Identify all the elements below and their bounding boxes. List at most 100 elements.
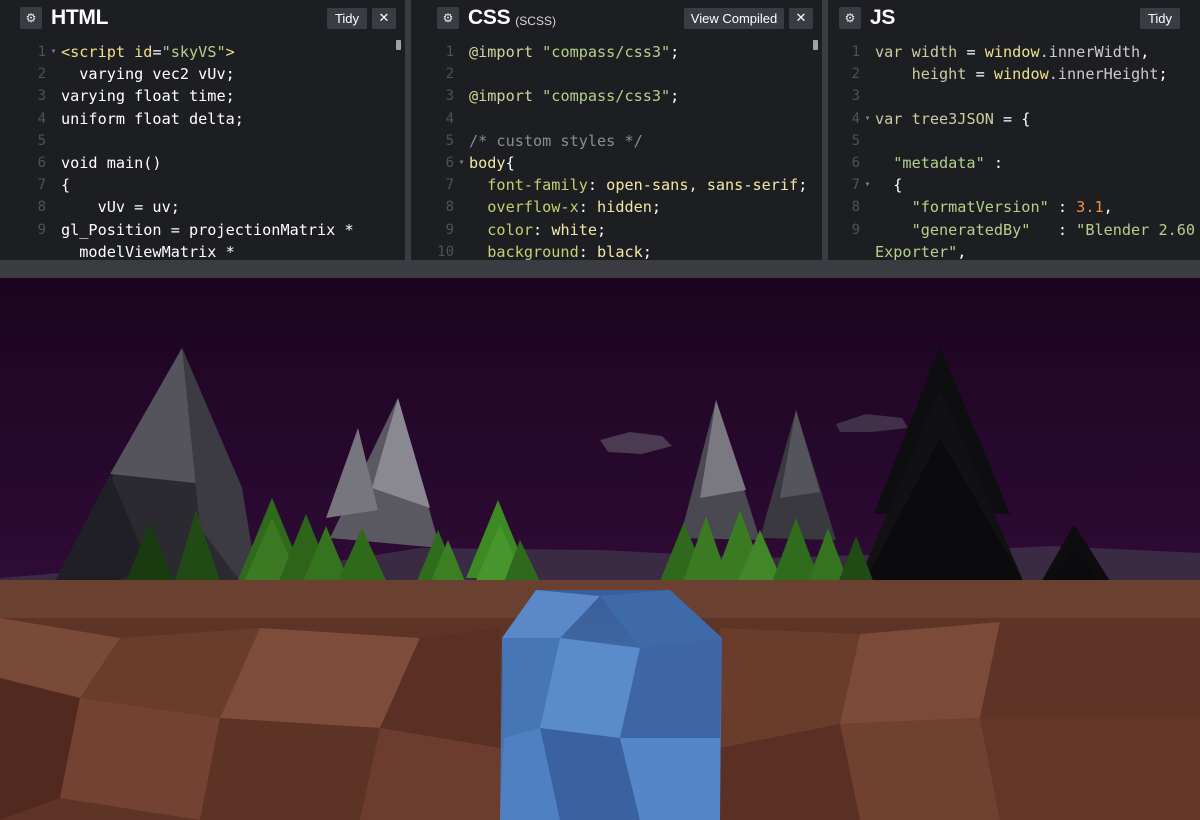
code-token: "generatedBy" (875, 220, 1031, 239)
code-token: /* custom styles */ (469, 131, 643, 150)
code-token: @import (469, 87, 543, 106)
code-token: window (984, 43, 1040, 61)
code-line[interactable]: 6 void main() (0, 152, 405, 174)
code-line[interactable]: 8 vUv = uv; (0, 196, 405, 218)
code-line[interactable]: 1 var width = window .innerWidth, (828, 41, 1200, 63)
html-editor-title: HTML (51, 6, 109, 29)
fold-gutter (46, 85, 61, 107)
line-number: 4 (37, 110, 46, 127)
waterfall (500, 590, 722, 820)
line-number: 5 (851, 132, 860, 149)
css-code[interactable]: 1 @import "compass/css3"; 2 3 @import "compa… (411, 41, 822, 260)
gear-icon[interactable]: ⚙ (437, 7, 459, 29)
code-line[interactable]: 7 ▾ { (828, 174, 1200, 196)
code-token: ; (670, 43, 680, 61)
code-line[interactable]: 3 @import "compass/css3"; (411, 85, 822, 107)
js-code[interactable]: 1 var width = window .innerWidth, 2 height … (828, 41, 1200, 260)
gear-icon[interactable]: ⚙ (20, 7, 42, 29)
html-editor[interactable]: ⚙ HTML Tidy ✕ 1 ▾ <script id = "skyVS" >2 var… (0, 0, 405, 260)
code-line[interactable]: 2 varying vec2 vUv; (0, 63, 405, 85)
js-editor[interactable]: ⚙ JS Tidy 1 var width = window .innerWidth… (822, 0, 1200, 260)
code-token: { (61, 176, 71, 195)
code-token: .innerWidth (1039, 43, 1141, 61)
code-line[interactable]: 6 "metadata" : (828, 152, 1200, 174)
line-number: 7 (445, 177, 454, 194)
code-token: open-sans, sans-serif (606, 176, 799, 195)
code-line[interactable]: 8 overflow-x: hidden; (411, 196, 822, 218)
fold-arrow-icon[interactable]: ▾ (454, 152, 469, 174)
code-line[interactable]: 7{ (0, 174, 405, 196)
fold-gutter (860, 85, 875, 107)
fold-gutter (454, 174, 469, 196)
close-icon[interactable]: ✕ (789, 8, 813, 29)
line-number: 3 (445, 88, 454, 105)
tidy-button[interactable]: Tidy (327, 8, 367, 29)
line-number: 9 (851, 221, 860, 238)
code-line[interactable]: Exporter", (828, 241, 1200, 260)
code-token: = (966, 65, 994, 84)
fold-gutter (46, 219, 61, 241)
css-editor[interactable]: ⚙ CSS (SCSS) View Compiled ✕ 1 @import "c… (405, 0, 822, 260)
code-token: ; (642, 242, 652, 260)
code-line[interactable]: 3 (828, 85, 1200, 107)
line-number: 2 (37, 66, 46, 83)
code-line[interactable]: 4 (411, 108, 822, 130)
code-token: : (578, 198, 598, 217)
fold-gutter (46, 196, 61, 218)
code-line[interactable]: 4 ▾ var tree3JSON = { (828, 108, 1200, 130)
fold-arrow-icon[interactable]: ▾ (860, 108, 875, 130)
code-line[interactable]: 9 gl_Position = projectionMatrix * (0, 219, 405, 241)
code-token: width (911, 43, 958, 61)
fold-gutter (46, 63, 61, 85)
code-token: gl_Position = projectionMatrix * (61, 220, 354, 239)
code-line[interactable]: 2 (411, 63, 822, 85)
fold-gutter (46, 108, 61, 130)
code-line[interactable]: 9 color: white; (411, 219, 822, 241)
view-compiled-button[interactable]: View Compiled (684, 8, 784, 29)
code-line[interactable]: 10 background: black; (411, 241, 822, 260)
fold-gutter (46, 152, 61, 174)
line-number: 5 (445, 132, 454, 149)
code-token: = { (993, 109, 1031, 128)
html-code[interactable]: 1 ▾ <script id = "skyVS" >2 varying vec2 vUv;… (0, 41, 405, 260)
code-line[interactable]: 7 font-family: open-sans, sans-serif; (411, 174, 822, 196)
fold-arrow-icon[interactable]: ▾ (860, 174, 875, 196)
css-editor-title: CSS (468, 6, 511, 29)
code-line[interactable]: 1 ▾ <script id = "skyVS" > (0, 41, 405, 63)
code-line[interactable]: 5 /* custom styles */ (411, 130, 822, 152)
fold-gutter (454, 130, 469, 152)
fold-arrow-icon[interactable]: ▾ (46, 41, 61, 63)
code-line[interactable]: 5 (828, 130, 1200, 152)
code-line[interactable]: 8 "formatVersion" : 3.1, (828, 196, 1200, 218)
code-line[interactable]: 1 @import "compass/css3"; (411, 41, 822, 63)
line-number: 6 (445, 154, 454, 171)
code-line[interactable]: 4 uniform float delta; (0, 108, 405, 130)
code-token: "compass/css3" (542, 43, 671, 61)
fold-gutter (454, 41, 469, 63)
code-token: : (984, 153, 1004, 172)
code-line[interactable]: 3 varying float time; (0, 85, 405, 107)
code-token: white (551, 220, 598, 239)
code-line[interactable]: 6 ▾ body{ (411, 152, 822, 174)
fold-gutter (860, 196, 875, 218)
fold-gutter (860, 130, 875, 152)
gear-icon[interactable]: ⚙ (839, 7, 861, 29)
result-preview[interactable] (0, 278, 1200, 820)
line-number: 6 (851, 154, 860, 171)
code-line[interactable]: 9 "generatedBy" : "Blender 2.60 (828, 219, 1200, 241)
fold-gutter (46, 241, 61, 260)
code-token: Exporter" (875, 242, 958, 260)
code-line[interactable]: modelViewMatrix * (0, 241, 405, 260)
code-token: = (957, 43, 985, 61)
line-number: 4 (445, 110, 454, 127)
code-token: varying float time; (61, 87, 235, 106)
resize-handle[interactable] (0, 260, 1200, 278)
line-number: 8 (445, 199, 454, 216)
code-line[interactable]: 2 height = window .innerHeight; (828, 63, 1200, 85)
close-icon[interactable]: ✕ (372, 8, 396, 29)
tidy-button[interactable]: Tidy (1140, 8, 1180, 29)
code-line[interactable]: 5 (0, 130, 405, 152)
code-token: hidden (597, 198, 652, 217)
code-token: = (152, 43, 162, 61)
code-token: var (875, 109, 912, 128)
